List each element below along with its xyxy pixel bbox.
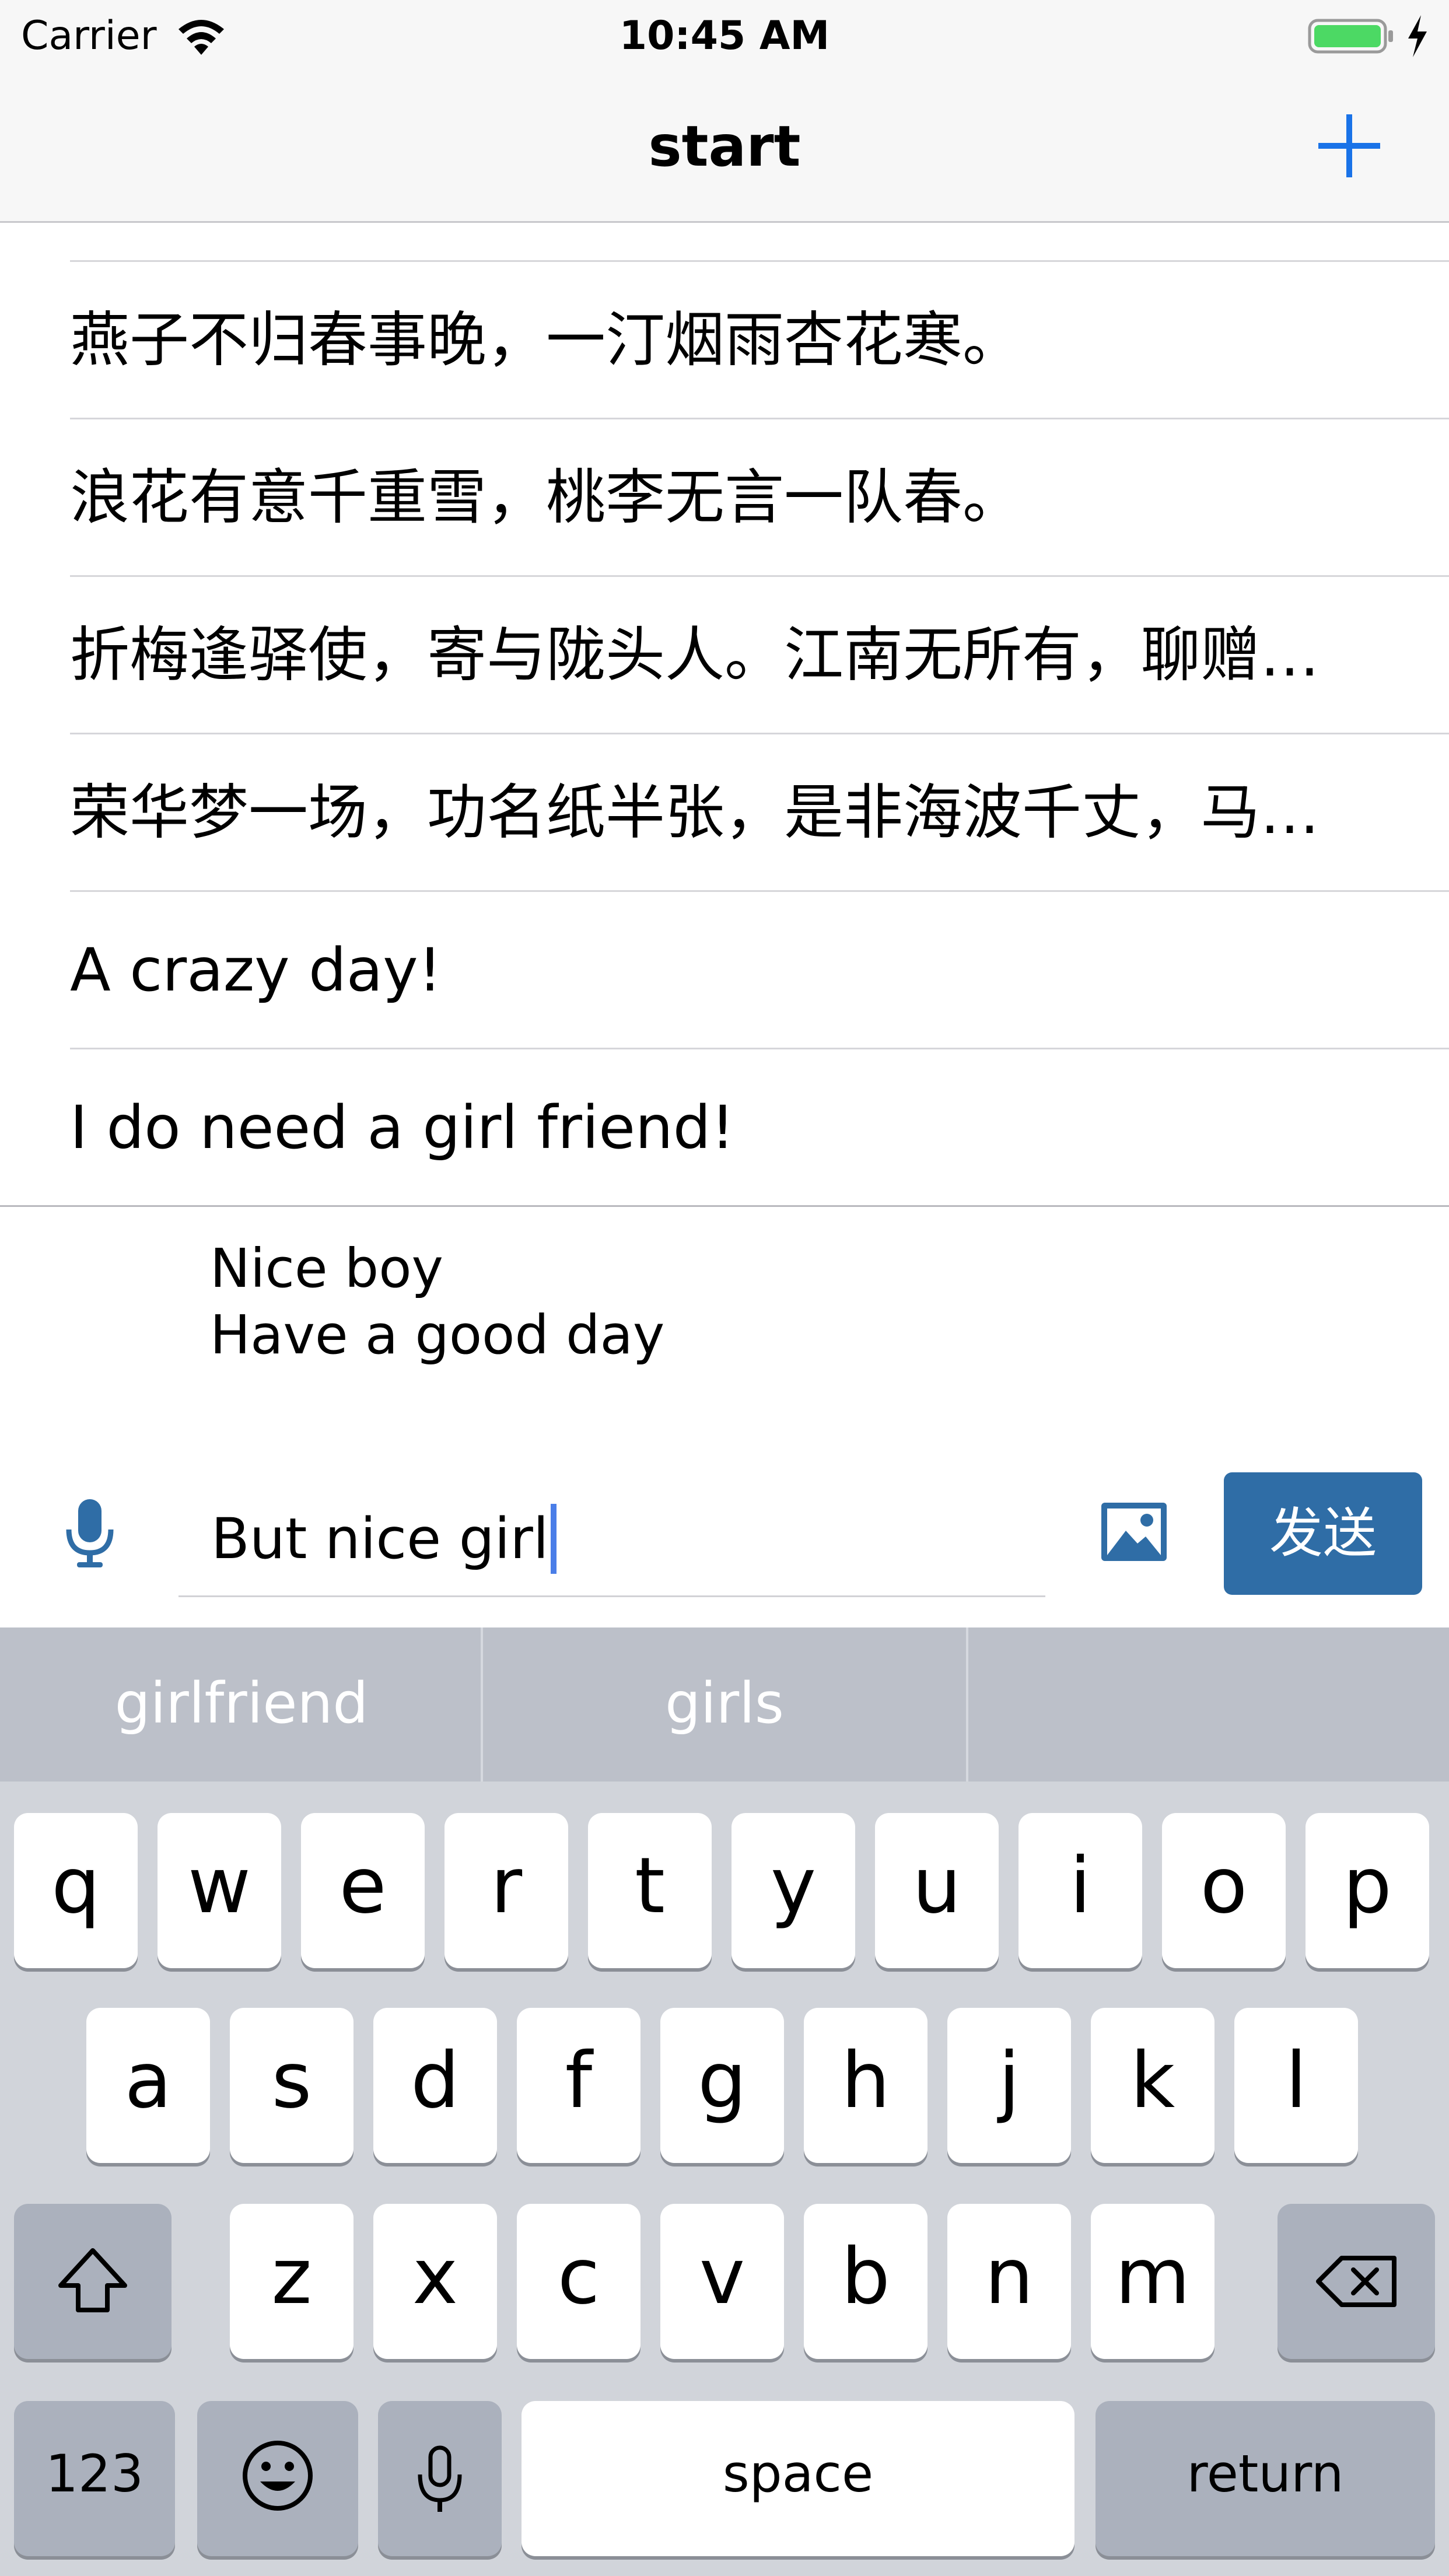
list-item[interactable]: 燕子不归春事晚，一汀烟雨杏花寒。 xyxy=(0,262,1449,419)
microphone-icon xyxy=(418,2445,462,2512)
key-d[interactable]: d xyxy=(373,2008,497,2163)
key-k[interactable]: k xyxy=(1091,2008,1214,2163)
microphone-icon xyxy=(66,1499,114,1567)
charging-icon xyxy=(1408,15,1427,57)
backspace-key[interactable] xyxy=(1278,2204,1435,2359)
suggestion-bar: girlfriend girls xyxy=(0,1628,1449,1782)
preview-line: Nice boy xyxy=(210,1237,443,1300)
key-l[interactable]: l xyxy=(1234,2008,1358,2163)
status-bar: Carrier 10:45 AM xyxy=(0,0,1449,72)
key-w[interactable]: w xyxy=(158,1813,281,1968)
space-key[interactable]: space xyxy=(522,2401,1074,2556)
key-c[interactable]: c xyxy=(517,2204,640,2359)
message-list[interactable]: 燕子不归春事晚，一汀烟雨杏花寒。 浪花有意千重雪，桃李无言一队春。 折梅逢驿使，… xyxy=(0,223,1449,1208)
key-s[interactable]: s xyxy=(230,2008,354,2163)
key-x[interactable]: x xyxy=(373,2204,497,2359)
message-preview: Nice boy Have a good day xyxy=(210,1236,1260,1368)
battery-icon xyxy=(1308,19,1393,54)
list-item[interactable]: 折梅逢驿使，寄与陇头人。江南无所有，聊赠… xyxy=(0,577,1449,734)
shift-key[interactable] xyxy=(14,2204,172,2359)
image-icon xyxy=(1101,1503,1167,1561)
key-i[interactable]: i xyxy=(1019,1813,1142,1968)
send-button[interactable]: 发送 xyxy=(1224,1472,1422,1595)
plus-icon xyxy=(1318,114,1380,177)
key-z[interactable]: z xyxy=(230,2204,354,2359)
key-a[interactable]: a xyxy=(86,2008,210,2163)
backspace-icon xyxy=(1316,2256,1396,2307)
emoji-key[interactable] xyxy=(197,2401,358,2556)
list-item[interactable]: 浪花有意千重雪，桃李无言一队春。 xyxy=(0,419,1449,577)
preview-line: Have a good day xyxy=(210,1304,665,1366)
key-b[interactable]: b xyxy=(804,2204,928,2359)
list-item-text: 燕子不归春事晚，一汀烟雨杏花寒。 xyxy=(70,306,1022,375)
key-j[interactable]: j xyxy=(947,2008,1071,2163)
list-item-text: 折梅逢驿使，寄与陇头人。江南无所有，聊赠… xyxy=(70,621,1320,690)
message-input[interactable]: But nice girl xyxy=(178,1470,1045,1597)
text-caret xyxy=(551,1504,557,1574)
voice-input-button[interactable] xyxy=(56,1497,124,1569)
key-h[interactable]: h xyxy=(804,2008,928,2163)
key-g[interactable]: g xyxy=(660,2008,784,2163)
dictation-key[interactable] xyxy=(378,2401,502,2556)
message-input-value: But nice girl xyxy=(211,1506,549,1572)
key-t[interactable]: t xyxy=(588,1813,712,1968)
shift-icon xyxy=(58,2248,127,2312)
list-item[interactable]: 荣华梦一场，功名纸半张，是非海波千丈，马… xyxy=(0,734,1449,892)
emoji-icon xyxy=(243,2441,313,2511)
key-y[interactable]: y xyxy=(732,1813,855,1968)
key-m[interactable]: m xyxy=(1091,2204,1214,2359)
suggestion-item[interactable] xyxy=(968,1628,1449,1782)
keyboard: girlfriend girls q w e r t y u i o p a s… xyxy=(0,1628,1449,2576)
page-title: start xyxy=(648,114,801,179)
key-n[interactable]: n xyxy=(947,2204,1071,2359)
suggestion-item[interactable]: girlfriend xyxy=(0,1628,483,1782)
list-item-text: I do need a girl friend! xyxy=(70,1093,735,1163)
navigation-bar: start xyxy=(0,72,1449,223)
list-bottom-divider xyxy=(0,1205,1449,1207)
key-r[interactable]: r xyxy=(444,1813,568,1968)
key-e[interactable]: e xyxy=(301,1813,425,1968)
list-item-text: A crazy day! xyxy=(70,936,442,1005)
key-p[interactable]: p xyxy=(1306,1813,1429,1968)
suggestion-item[interactable]: girls xyxy=(483,1628,966,1782)
return-key[interactable]: return xyxy=(1096,2401,1435,2556)
clock: 10:45 AM xyxy=(619,13,830,59)
image-picker-button[interactable] xyxy=(1100,1502,1168,1562)
numbers-key[interactable]: 123 xyxy=(14,2401,175,2556)
list-item-text: 浪花有意千重雪，桃李无言一队春。 xyxy=(70,463,1022,533)
key-v[interactable]: v xyxy=(660,2204,784,2359)
key-u[interactable]: u xyxy=(875,1813,999,1968)
key-q[interactable]: q xyxy=(14,1813,138,1968)
list-item-text: 荣华梦一场，功名纸半张，是非海波千丈，马… xyxy=(70,778,1320,848)
key-f[interactable]: f xyxy=(517,2008,640,2163)
key-o[interactable]: o xyxy=(1162,1813,1286,1968)
list-item[interactable]: I do need a girl friend! xyxy=(0,1049,1449,1207)
add-button[interactable] xyxy=(1303,103,1396,190)
list-item[interactable]: A crazy day! xyxy=(0,892,1449,1049)
